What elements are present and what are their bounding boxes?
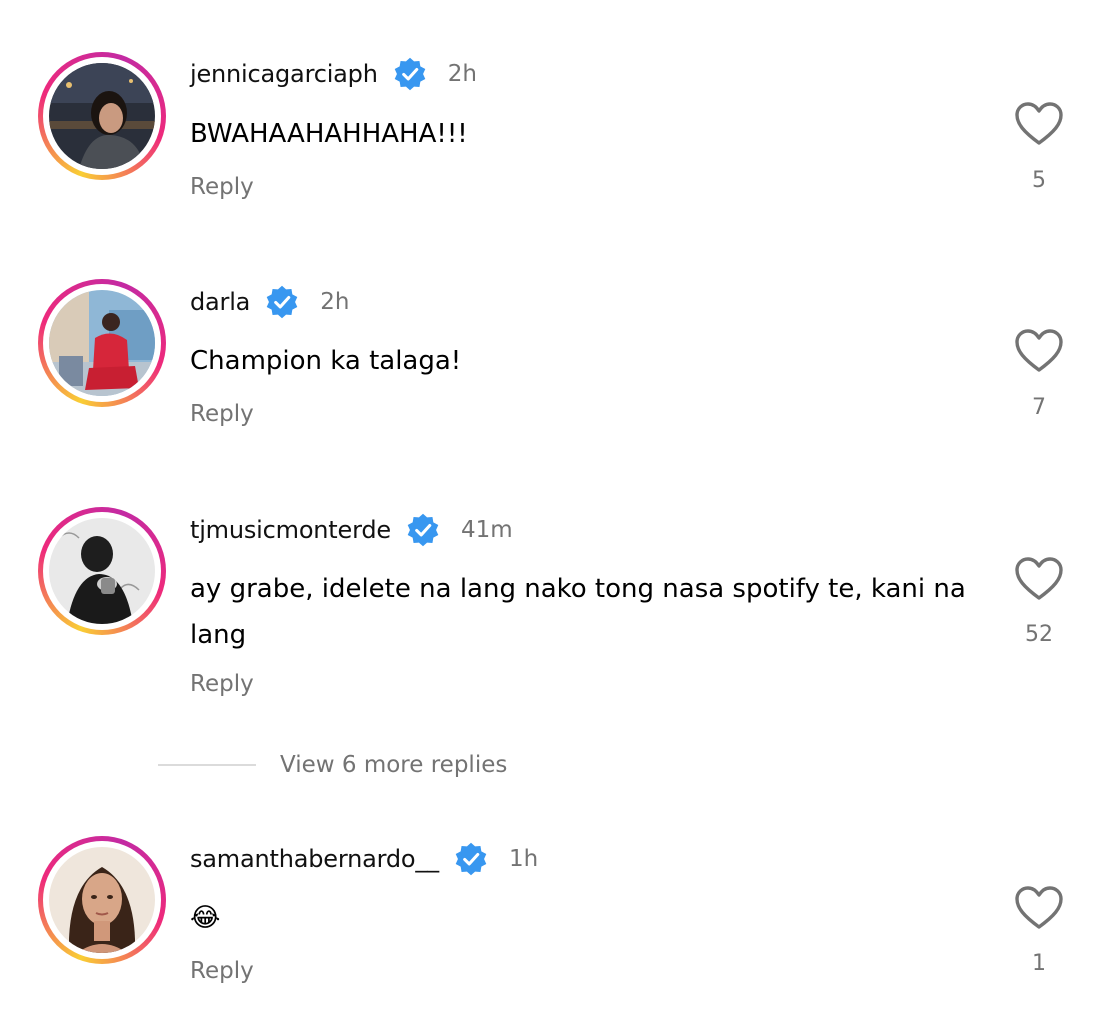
like-count: 52 [1025,622,1053,647]
username[interactable]: darla [190,288,250,316]
reply-button[interactable]: Reply [190,671,254,697]
comment-text: BWAHAAHAHHAHA!!! [190,119,468,149]
avatar[interactable] [38,279,166,407]
like-count: 7 [1032,395,1046,420]
username[interactable]: jennicagarciaph [190,60,378,88]
comment-time: 2h [447,61,477,87]
comment-text: Champion ka talaga! [190,346,462,376]
verified-badge-icon [264,284,300,320]
avatar[interactable] [38,52,166,180]
heart-icon[interactable] [1014,101,1064,147]
reply-button[interactable]: Reply [190,958,254,984]
username[interactable]: tjmusicmonterde [190,516,391,544]
like-count: 5 [1032,168,1046,193]
heart-icon[interactable] [1014,556,1064,602]
username[interactable]: samanthabernardo__ [190,845,439,873]
verified-badge-icon [405,512,441,548]
view-more-replies[interactable]: View 6 more replies [158,745,507,785]
heart-icon[interactable] [1014,328,1064,374]
like-count: 1 [1032,951,1046,976]
comment-text: ay grabe, idelete na lang nako tong nasa… [190,574,966,650]
comment-text: 😂 [190,903,221,933]
view-more-replies-label[interactable]: View 6 more replies [280,752,507,778]
comment-time: 2h [320,289,350,315]
avatar[interactable] [38,836,166,964]
comment-time: 1h [508,846,539,872]
heart-icon[interactable] [1014,885,1064,931]
avatar[interactable] [38,507,166,635]
verified-badge-icon [392,56,428,92]
reply-button[interactable]: Reply [190,174,254,200]
divider [158,764,256,766]
comment-time: 41m [460,517,513,543]
verified-badge-icon [453,841,489,877]
reply-button[interactable]: Reply [190,401,254,427]
